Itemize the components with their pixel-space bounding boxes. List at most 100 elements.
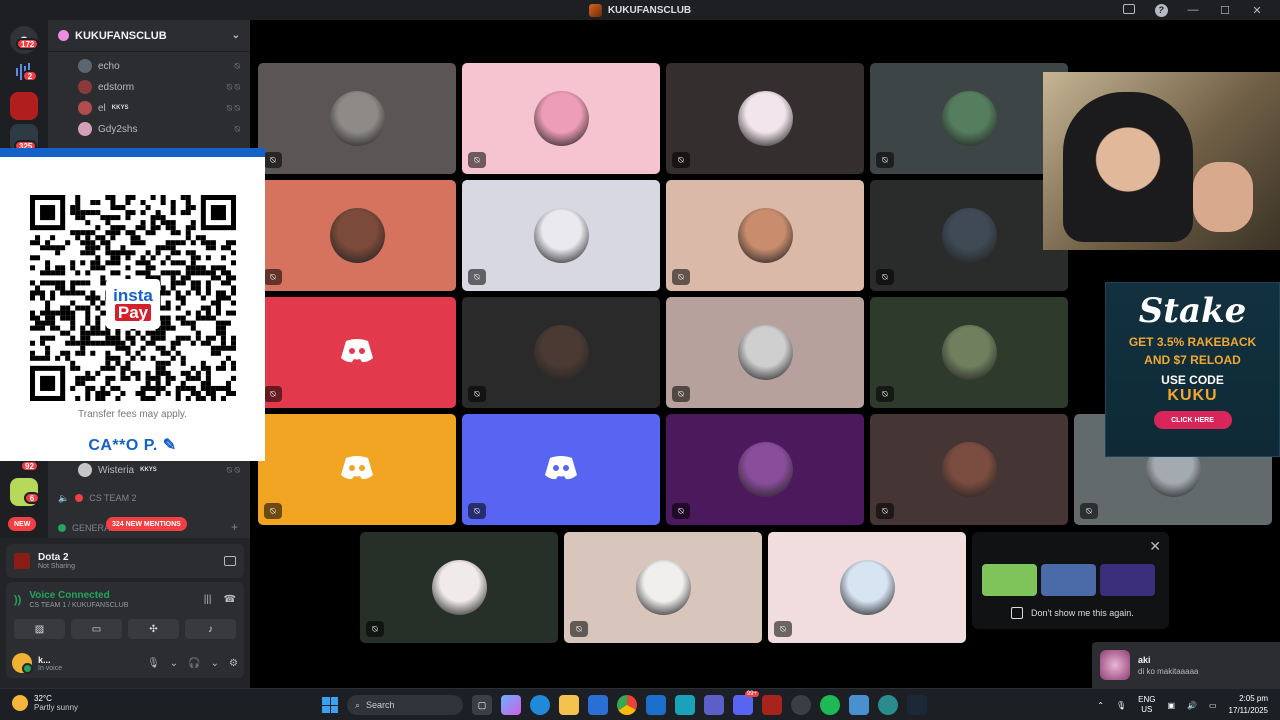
signal-icon[interactable]: )) [14,594,21,606]
dota-icon [14,553,30,569]
server-logo-icon [588,3,602,17]
voice-member[interactable]: echo ⍉ [78,56,240,76]
microphone-tray-icon[interactable]: 🎙 [1116,701,1126,710]
taskbar-search[interactable]: ⌕ Search [347,695,463,715]
avatar[interactable] [12,653,33,674]
steam-icon[interactable] [907,695,927,715]
close-button[interactable]: ✕ [1244,4,1270,17]
member-tag: KKYS [111,105,129,111]
language-indicator[interactable]: ENG US [1138,695,1155,715]
activities-button[interactable]: ✣ [128,619,179,639]
participant-tile[interactable]: ⍉ [462,180,660,291]
participant-tile[interactable]: ⍉ [870,297,1068,408]
server-header[interactable]: KUKUFANSCLUB ⌄ [48,20,250,52]
chevron-down-icon[interactable]: ⌄ [170,658,178,669]
participant-tile[interactable]: ⍉ [462,63,660,174]
stake-ad[interactable]: Stake GET 3.5% RAKEBACK AND $7 RELOAD US… [1105,282,1280,457]
checkbox-icon[interactable] [1011,607,1023,619]
participant-tile[interactable]: ⍉ [258,297,456,408]
teams-icon[interactable] [704,695,724,715]
inbox-icon[interactable] [1116,3,1142,17]
obs-icon[interactable] [791,695,811,715]
copilot-icon[interactable] [501,695,521,715]
participant-tile[interactable]: ⍉ [462,414,660,525]
add-channel-icon[interactable]: + [231,520,238,534]
message-toast[interactable]: aki di ko makitaaaaa [1092,642,1280,688]
new-pill[interactable]: NEW [8,517,37,531]
participant-tile[interactable]: ⍉ [666,297,864,408]
new-mentions-pill[interactable]: 324 NEW MENTIONS [106,517,187,531]
clock[interactable]: 2:05 pm 17/11/2025 [1229,693,1268,717]
help-icon[interactable]: ? [1148,3,1174,17]
notepad-icon[interactable] [849,695,869,715]
weather-widget[interactable]: 32°C Partly sunny [12,694,78,712]
edge-icon[interactable] [530,695,550,715]
activity-thumbnail[interactable] [1100,564,1155,596]
user-status: In voice [38,664,63,672]
deafened-icon: ⍉ [570,621,588,637]
voice-member[interactable]: edstorm ⍉ ⍉ [78,77,240,97]
activity-thumbnail[interactable] [1041,564,1096,596]
spotify-icon[interactable] [820,695,840,715]
task-view-icon[interactable]: ▢ [472,695,492,715]
maximize-button[interactable]: ☐ [1212,4,1238,17]
chevron-down-icon[interactable]: ⌄ [211,658,219,669]
noise-suppression-icon[interactable]: ||| [204,594,212,605]
participant-tile[interactable]: ⍉ [258,414,456,525]
server-esports-icon[interactable] [10,92,38,120]
mail-icon[interactable] [646,695,666,715]
volume-icon[interactable]: 🔊 [1187,701,1197,710]
user-panel: k... In voice 🎙 ⌄ 🎧 ⌄ ⚙ [6,648,244,678]
channel-general[interactable]: GENERA [58,519,110,537]
participant-tile[interactable]: ⍉ [666,63,864,174]
participant-tile[interactable]: ⍉ [870,414,1068,525]
network-icon[interactable]: ▣ [1167,701,1175,710]
camera-off-button[interactable]: ▨ [14,619,65,639]
member-name: echo [98,60,120,72]
headphones-icon[interactable]: 🎧 [188,658,200,669]
close-icon[interactable]: ✕ [1149,538,1161,555]
dot-icon [58,524,66,532]
deafened-icon: ⍉ [876,503,894,519]
chrome-icon[interactable] [617,695,637,715]
participant-tile[interactable]: ⍉ [258,180,456,291]
settings-gear-icon[interactable]: ⚙ [229,658,238,669]
deafened-icon: ⍉ [468,152,486,168]
app-icon[interactable] [675,695,695,715]
participant-tile[interactable]: ⍉ [870,180,1068,291]
screen-share-icon[interactable] [224,556,236,566]
voice-channel-cs-team-2[interactable]: 🔈 CS TEAM 2 [58,489,137,507]
participant-tile[interactable]: ⍉ [768,532,966,643]
start-windows-icon[interactable] [322,697,338,713]
participant-tile[interactable]: ⍉ [462,297,660,408]
participant-tile[interactable]: ⍉ [666,414,864,525]
globe-app-icon[interactable] [878,695,898,715]
minimize-button[interactable]: — [1180,4,1206,16]
voice-location[interactable]: CS TEAM 1 / KUKUFANSCLUB [29,602,128,609]
screen-share-button[interactable]: ▭ [71,619,122,639]
dont-show-checkbox[interactable]: Don't show me this again. [1011,607,1134,619]
participant-tile[interactable]: ⍉ [666,180,864,291]
avatar [942,325,997,380]
voice-member[interactable]: Gdy2shs ⍉ [78,119,240,139]
chevron-up-icon[interactable]: ⌃ [1097,701,1104,710]
user-name: k... [38,654,51,665]
voice-member[interactable]: el KKYS ⍉ ⍉ [78,98,240,118]
voice-member[interactable]: Wisteria KKYS ⍉ ⍉ [78,460,240,480]
participant-tile[interactable]: ⍉ [870,63,1068,174]
participant-tile[interactable]: ⍉ [258,63,456,174]
deafened-icon: ⍉ [468,503,486,519]
battery-icon[interactable]: ▭ [1209,701,1217,710]
participant-tile[interactable]: ⍉ [564,532,762,643]
discord-taskbar-icon[interactable]: 99+ [733,691,759,715]
stake-brand: Stake [1138,291,1247,331]
click-here-button[interactable]: CLICK HERE [1153,411,1232,429]
activity-thumbnail[interactable] [982,564,1037,596]
store-icon[interactable] [588,695,608,715]
soundboard-button[interactable]: ♪ [185,619,236,639]
dota-taskbar-icon[interactable] [762,695,782,715]
file-explorer-icon[interactable] [559,695,579,715]
microphone-icon[interactable]: 🎙 [147,658,160,669]
participant-tile[interactable]: ⍉ [360,532,558,643]
disconnect-icon[interactable]: ☎ [224,594,236,605]
